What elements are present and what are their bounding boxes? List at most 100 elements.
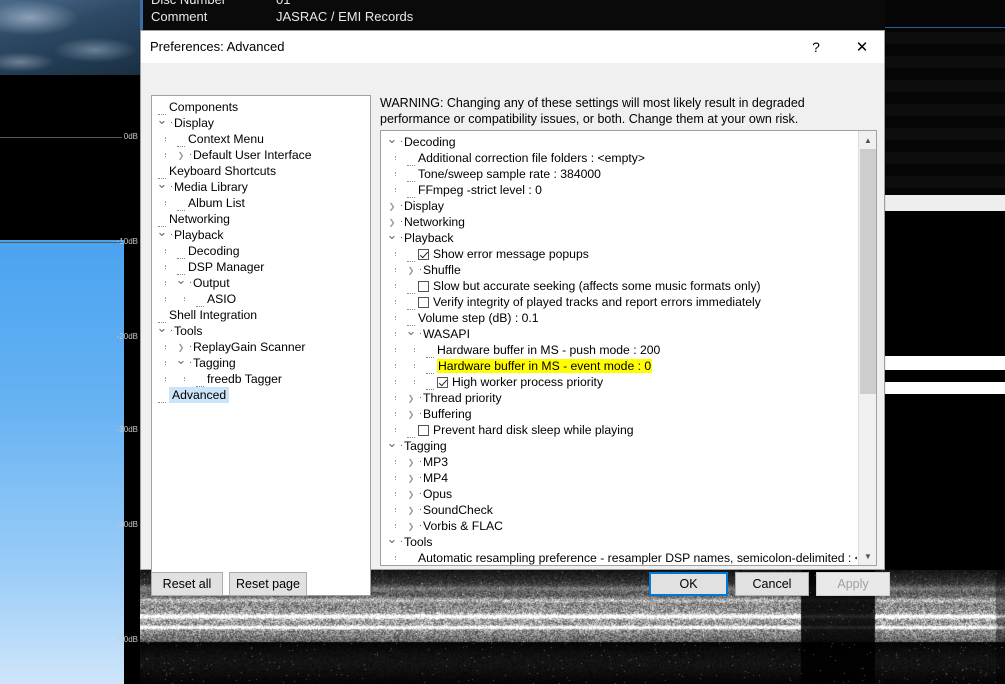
- metadata-value: 01: [276, 0, 290, 7]
- setting-tree-item[interactable]: Hardware buffer in MS - push mode : 200: [385, 342, 857, 358]
- tree-item-label: ReplayGain Scanner: [193, 340, 306, 354]
- category-tree-item[interactable]: ReplayGain Scanner: [155, 339, 370, 355]
- setting-tree-item[interactable]: MP3: [385, 454, 857, 470]
- setting-tree-item[interactable]: Tone/sweep sample rate : 384000: [385, 166, 857, 182]
- setting-tree-item[interactable]: Additional correction file folders : <em…: [385, 150, 857, 166]
- scroll-down-icon[interactable]: ▼: [859, 547, 876, 565]
- setting-tree-item[interactable]: Vorbis & FLAC: [385, 518, 857, 534]
- setting-tree-item[interactable]: Buffering: [385, 406, 857, 422]
- category-tree-item[interactable]: Decoding: [155, 243, 370, 259]
- category-tree-item[interactable]: Tagging: [155, 355, 370, 371]
- setting-tree-item[interactable]: Opus: [385, 486, 857, 502]
- db-scale-label: -50dB: [116, 635, 138, 644]
- chevron-down-icon[interactable]: [404, 326, 418, 343]
- chevron-right-icon[interactable]: [404, 454, 418, 471]
- chevron-right-icon[interactable]: [404, 406, 418, 423]
- setting-tree-item[interactable]: WASAPI: [385, 326, 857, 342]
- chevron-right-icon[interactable]: [404, 502, 418, 519]
- category-tree-item[interactable]: ASIO: [155, 291, 370, 307]
- setting-tree-item[interactable]: Tagging: [385, 438, 857, 454]
- setting-tree-item[interactable]: Display: [385, 198, 857, 214]
- ok-button[interactable]: OK: [649, 572, 728, 596]
- category-tree-item[interactable]: Keyboard Shortcuts: [155, 163, 370, 179]
- setting-tree-item[interactable]: Shuffle: [385, 262, 857, 278]
- category-tree-item[interactable]: freedb Tagger: [155, 371, 370, 387]
- advanced-settings-tree[interactable]: Decoding Additional correction file folde…: [380, 130, 877, 566]
- category-tree-item[interactable]: Display: [155, 115, 370, 131]
- checkbox[interactable]: [418, 296, 429, 308]
- category-tree-item[interactable]: Shell Integration: [155, 307, 370, 323]
- chevron-down-icon[interactable]: [385, 534, 399, 551]
- setting-tree-item[interactable]: Slow but accurate seeking (affects some …: [385, 278, 857, 294]
- setting-tree-item[interactable]: Decoding: [385, 134, 857, 150]
- chevron-right-icon[interactable]: [404, 390, 418, 407]
- playlist-row[interactable]: [885, 104, 1005, 116]
- tree-item-label: ASIO: [207, 292, 237, 306]
- setting-tree-item[interactable]: Hardware buffer in MS - event mode : 0: [385, 358, 857, 374]
- category-tree-item[interactable]: Components: [155, 99, 370, 115]
- playlist-row[interactable]: [885, 176, 1005, 188]
- apply-button[interactable]: Apply: [816, 572, 890, 596]
- checkbox[interactable]: [418, 248, 429, 260]
- reset-page-button[interactable]: Reset page: [229, 572, 307, 596]
- setting-tree-item[interactable]: High worker process priority: [385, 374, 857, 390]
- tree-item-label: Automatic resampling preference - resamp…: [418, 551, 857, 565]
- scroll-up-icon[interactable]: ▲: [859, 131, 876, 149]
- chevron-down-icon[interactable]: [155, 115, 169, 132]
- playlist-panel[interactable]: [885, 0, 1005, 195]
- checkbox[interactable]: [418, 424, 429, 436]
- playlist-row[interactable]: [885, 128, 1005, 140]
- checkbox[interactable]: [437, 376, 448, 388]
- setting-tree-item[interactable]: FFmpeg -strict level : 0: [385, 182, 857, 198]
- category-tree-item[interactable]: Default User Interface: [155, 147, 370, 163]
- playlist-row[interactable]: [885, 32, 1005, 44]
- preferences-category-tree[interactable]: Components Display Context Menu Default Use…: [151, 95, 371, 596]
- scrollbar-thumb[interactable]: [860, 149, 876, 394]
- setting-tree-item[interactable]: Automatic resampling preference - resamp…: [385, 550, 857, 565]
- chevron-right-icon[interactable]: [404, 470, 418, 487]
- chevron-down-icon[interactable]: [174, 275, 188, 292]
- chevron-right-icon[interactable]: [404, 486, 418, 503]
- category-tree-item[interactable]: Tools: [155, 323, 370, 339]
- setting-tree-item[interactable]: SoundCheck: [385, 502, 857, 518]
- chevron-right-icon[interactable]: [174, 147, 188, 164]
- category-tree-item[interactable]: Networking: [155, 211, 370, 227]
- chevron-down-icon[interactable]: [155, 227, 169, 244]
- chevron-down-icon[interactable]: [385, 438, 399, 455]
- playlist-row[interactable]: [885, 56, 1005, 68]
- setting-tree-item[interactable]: MP4: [385, 470, 857, 486]
- category-tree-item[interactable]: Context Menu: [155, 131, 370, 147]
- reset-all-button[interactable]: Reset all: [151, 572, 223, 596]
- setting-tree-item[interactable]: Verify integrity of played tracks and re…: [385, 294, 857, 310]
- setting-tree-item[interactable]: Prevent hard disk sleep while playing: [385, 422, 857, 438]
- close-icon[interactable]: ✕: [840, 31, 884, 63]
- chevron-right-icon[interactable]: [404, 518, 418, 535]
- setting-tree-item[interactable]: Show error message popups: [385, 246, 857, 262]
- category-tree-item[interactable]: Playback: [155, 227, 370, 243]
- category-tree-item[interactable]: Advanced: [155, 387, 370, 403]
- chevron-right-icon[interactable]: [385, 198, 399, 215]
- chevron-down-icon[interactable]: [174, 355, 188, 372]
- chevron-down-icon[interactable]: [155, 179, 169, 196]
- tree-item-label: Keyboard Shortcuts: [169, 164, 277, 178]
- chevron-down-icon[interactable]: [155, 323, 169, 340]
- setting-tree-item[interactable]: Networking: [385, 214, 857, 230]
- setting-tree-item[interactable]: Tools: [385, 534, 857, 550]
- vertical-scrollbar[interactable]: ▲ ▼: [858, 131, 876, 565]
- tree-item-label: Components: [169, 100, 239, 114]
- playlist-row[interactable]: [885, 152, 1005, 164]
- chevron-right-icon[interactable]: [404, 262, 418, 279]
- category-tree-item[interactable]: Album List: [155, 195, 370, 211]
- playlist-row[interactable]: [885, 80, 1005, 92]
- checkbox[interactable]: [418, 280, 429, 292]
- category-tree-item[interactable]: DSP Manager: [155, 259, 370, 275]
- chevron-down-icon[interactable]: [385, 134, 399, 151]
- category-tree-item[interactable]: Media Library: [155, 179, 370, 195]
- help-icon[interactable]: ?: [794, 31, 838, 63]
- category-tree-item[interactable]: Output: [155, 275, 370, 291]
- cancel-button[interactable]: Cancel: [735, 572, 809, 596]
- setting-tree-item[interactable]: Playback: [385, 230, 857, 246]
- setting-tree-item[interactable]: Volume step (dB) : 0.1: [385, 310, 857, 326]
- setting-tree-item[interactable]: Thread priority: [385, 390, 857, 406]
- chevron-down-icon[interactable]: [385, 230, 399, 247]
